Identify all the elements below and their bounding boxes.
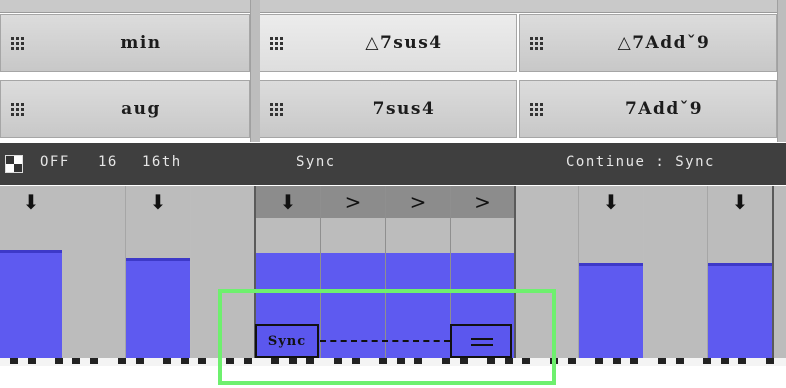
step-lanes: ⬇ ⬇ ⬇ > > > ⬇ ⬇ <box>0 186 786 358</box>
step-count-value[interactable]: 16 <box>98 154 118 170</box>
sync-button[interactable]: Sync <box>255 324 319 358</box>
step-lane[interactable]: ⬇ <box>126 186 190 358</box>
chord-label: 7Addˇ9 <box>624 99 704 119</box>
chord-slot-maj7add9[interactable]: △7Addˇ9 <box>519 14 777 72</box>
tie-end-button[interactable] <box>450 324 512 358</box>
sync-mode-value[interactable]: Sync <box>296 154 336 170</box>
step-level-bar[interactable] <box>708 263 772 358</box>
step-lane-empty[interactable] <box>774 186 786 358</box>
down-arrow-icon[interactable]: ⬇ <box>732 192 749 212</box>
step-lane[interactable]: ⬇ <box>0 186 62 358</box>
step-lane[interactable]: ⬇ <box>708 186 772 358</box>
piano-key-strip <box>0 358 786 366</box>
drag-handle-icon[interactable] <box>270 103 283 116</box>
step-lane-empty[interactable] <box>644 186 708 358</box>
top-strip <box>0 0 786 13</box>
step-lane[interactable]: ⬇ <box>579 186 643 358</box>
step-lane[interactable]: > <box>386 186 450 358</box>
transport-bar: OFF 16 16th Sync Continue : Sync <box>0 143 786 185</box>
step-level-bar[interactable] <box>321 253 385 358</box>
pattern-toggle-icon[interactable] <box>5 155 23 173</box>
tie-arrow-icon[interactable]: > <box>410 192 427 212</box>
drag-handle-icon[interactable] <box>270 37 283 50</box>
drag-handle-icon[interactable] <box>11 103 24 116</box>
continue-mode-value[interactable]: Continue : Sync <box>566 154 715 170</box>
down-arrow-icon[interactable]: ⬇ <box>150 192 167 212</box>
chord-slot-maj7sus4[interactable]: △7sus4 <box>259 14 517 72</box>
chord-slot-7sus4[interactable]: 7sus4 <box>259 80 517 138</box>
column-divider <box>777 0 786 142</box>
chord-slot-7add9[interactable]: 7Addˇ9 <box>519 80 777 138</box>
tie-arrow-icon[interactable]: > <box>474 192 491 212</box>
step-lane-empty[interactable] <box>62 186 126 358</box>
chord-label: △7Addˇ9 <box>617 33 711 53</box>
chord-slot-aug[interactable]: aug <box>0 80 250 138</box>
drag-handle-icon[interactable] <box>530 37 543 50</box>
chord-label: min <box>120 33 162 53</box>
drag-handle-icon[interactable] <box>530 103 543 116</box>
tie-connector-line <box>320 340 450 342</box>
chord-label: 7sus4 <box>372 99 436 119</box>
down-arrow-icon[interactable]: ⬇ <box>23 192 40 212</box>
step-level-bar[interactable] <box>0 250 62 358</box>
chord-label: aug <box>121 99 161 119</box>
step-lane-empty[interactable] <box>191 186 255 358</box>
down-arrow-icon[interactable]: ⬇ <box>603 192 620 212</box>
arp-state-toggle[interactable]: OFF <box>40 154 70 170</box>
drag-handle-icon[interactable] <box>11 37 24 50</box>
step-lane[interactable]: > <box>321 186 385 358</box>
step-level-bar[interactable] <box>386 253 450 358</box>
step-lane-empty[interactable] <box>516 186 579 358</box>
chord-slot-min[interactable]: min <box>0 14 250 72</box>
tie-arrow-icon[interactable]: > <box>345 192 362 212</box>
step-level-bar[interactable] <box>126 258 190 358</box>
down-arrow-icon[interactable]: ⬇ <box>280 192 297 212</box>
step-rate-value[interactable]: 16th <box>142 154 182 170</box>
column-divider <box>250 0 260 142</box>
step-level-bar[interactable] <box>579 263 643 358</box>
chord-label: △7sus4 <box>365 33 443 53</box>
chord-sequencer: min △7sus4 △7Addˇ9 aug 7sus4 7Addˇ9 OFF … <box>0 0 786 388</box>
